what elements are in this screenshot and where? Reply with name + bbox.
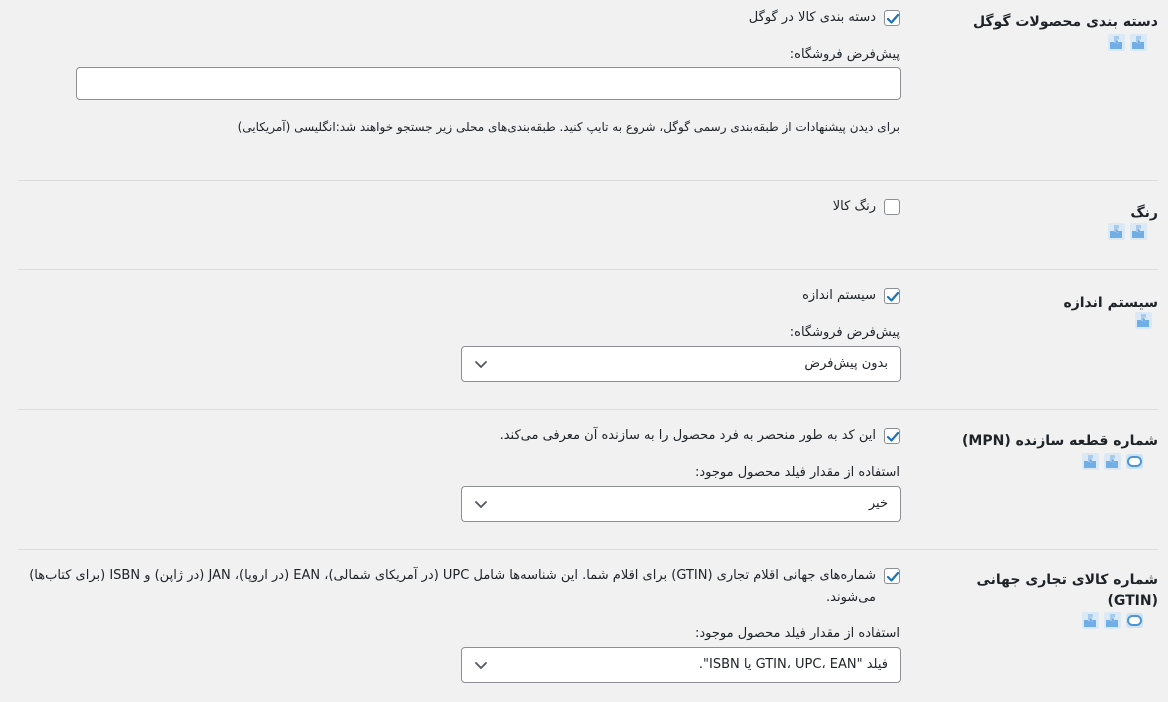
puzzle-icon: [1129, 33, 1148, 52]
checkbox-label-mpn: این کد به طور منحصر به فرد محصول را به س…: [499, 428, 876, 443]
checkbox-label-google-category: دسته بندی کالا در گوگل: [748, 10, 876, 25]
section-label-color: رنگ: [1130, 205, 1158, 221]
select-value: بدون پیش‌فرض: [804, 356, 888, 371]
store-default-label: پیش‌فرض فروشگاه:: [789, 325, 900, 340]
checkbox-label-color: رنگ کالا: [832, 199, 876, 214]
chevron-down-icon: [475, 662, 487, 669]
puzzle-icon: [1081, 611, 1100, 630]
section-icons-google-category: [1107, 33, 1148, 52]
checkbox-google-category[interactable]: [884, 10, 900, 26]
existing-field-label: استفاده از مقدار فیلد محصول موجود:: [694, 465, 900, 480]
store-default-label: پیش‌فرض فروشگاه:: [789, 47, 900, 62]
section-icons-mpn: [1081, 452, 1144, 471]
help-text-google-category: برای دیدن پیشنهادات از طبقه‌بندی رسمی گو…: [237, 120, 900, 134]
bing-icon: [1125, 611, 1144, 630]
section-label-size-system: سیستم اندازه: [1063, 295, 1158, 311]
section-label-mpn: شماره قطعه سازنده (MPN): [962, 433, 1158, 449]
checkbox-label-size-system: سیستم اندازه: [802, 288, 876, 303]
select-value: خیر: [868, 496, 888, 511]
puzzle-icon: [1129, 222, 1148, 241]
section-label-google-category: دسته بندی محصولات گوگل: [972, 14, 1158, 30]
google-category-input[interactable]: [76, 67, 901, 100]
size-system-select[interactable]: بدون پیش‌فرض: [461, 346, 901, 382]
section-icons-color: [1107, 222, 1148, 241]
checkbox-mpn[interactable]: [884, 428, 900, 444]
existing-field-label: استفاده از مقدار فیلد محصول موجود:: [694, 626, 900, 641]
checkbox-gtin[interactable]: [884, 568, 900, 584]
puzzle-icon: [1103, 611, 1122, 630]
checkbox-size-system[interactable]: [884, 288, 900, 304]
separator: [18, 180, 1158, 181]
separator: [18, 269, 1158, 270]
puzzle-icon: [1107, 33, 1126, 52]
puzzle-icon: [1081, 452, 1100, 471]
puzzle-icon: [1134, 311, 1153, 330]
bing-icon: [1125, 452, 1144, 471]
section-icons-gtin: [1081, 611, 1144, 630]
chevron-down-icon: [475, 501, 487, 508]
select-value: فیلد "GTIN، UPC، EAN یا ISBN".: [698, 657, 888, 672]
puzzle-icon: [1107, 222, 1126, 241]
puzzle-icon: [1103, 452, 1122, 471]
mpn-select[interactable]: خیر: [461, 486, 901, 522]
checkbox-color[interactable]: [884, 199, 900, 215]
section-label-gtin: شماره کالای تجاری جهانی (GTIN): [976, 572, 1158, 609]
separator: [18, 549, 1158, 550]
separator: [18, 409, 1158, 410]
chevron-down-icon: [475, 361, 487, 368]
checkbox-label-gtin: شماره‌های جهانی اقلام تجاری (GTIN) برای …: [29, 568, 876, 605]
section-icons-size-system: [1134, 311, 1153, 330]
gtin-select[interactable]: فیلد "GTIN، UPC، EAN یا ISBN".: [461, 647, 901, 683]
